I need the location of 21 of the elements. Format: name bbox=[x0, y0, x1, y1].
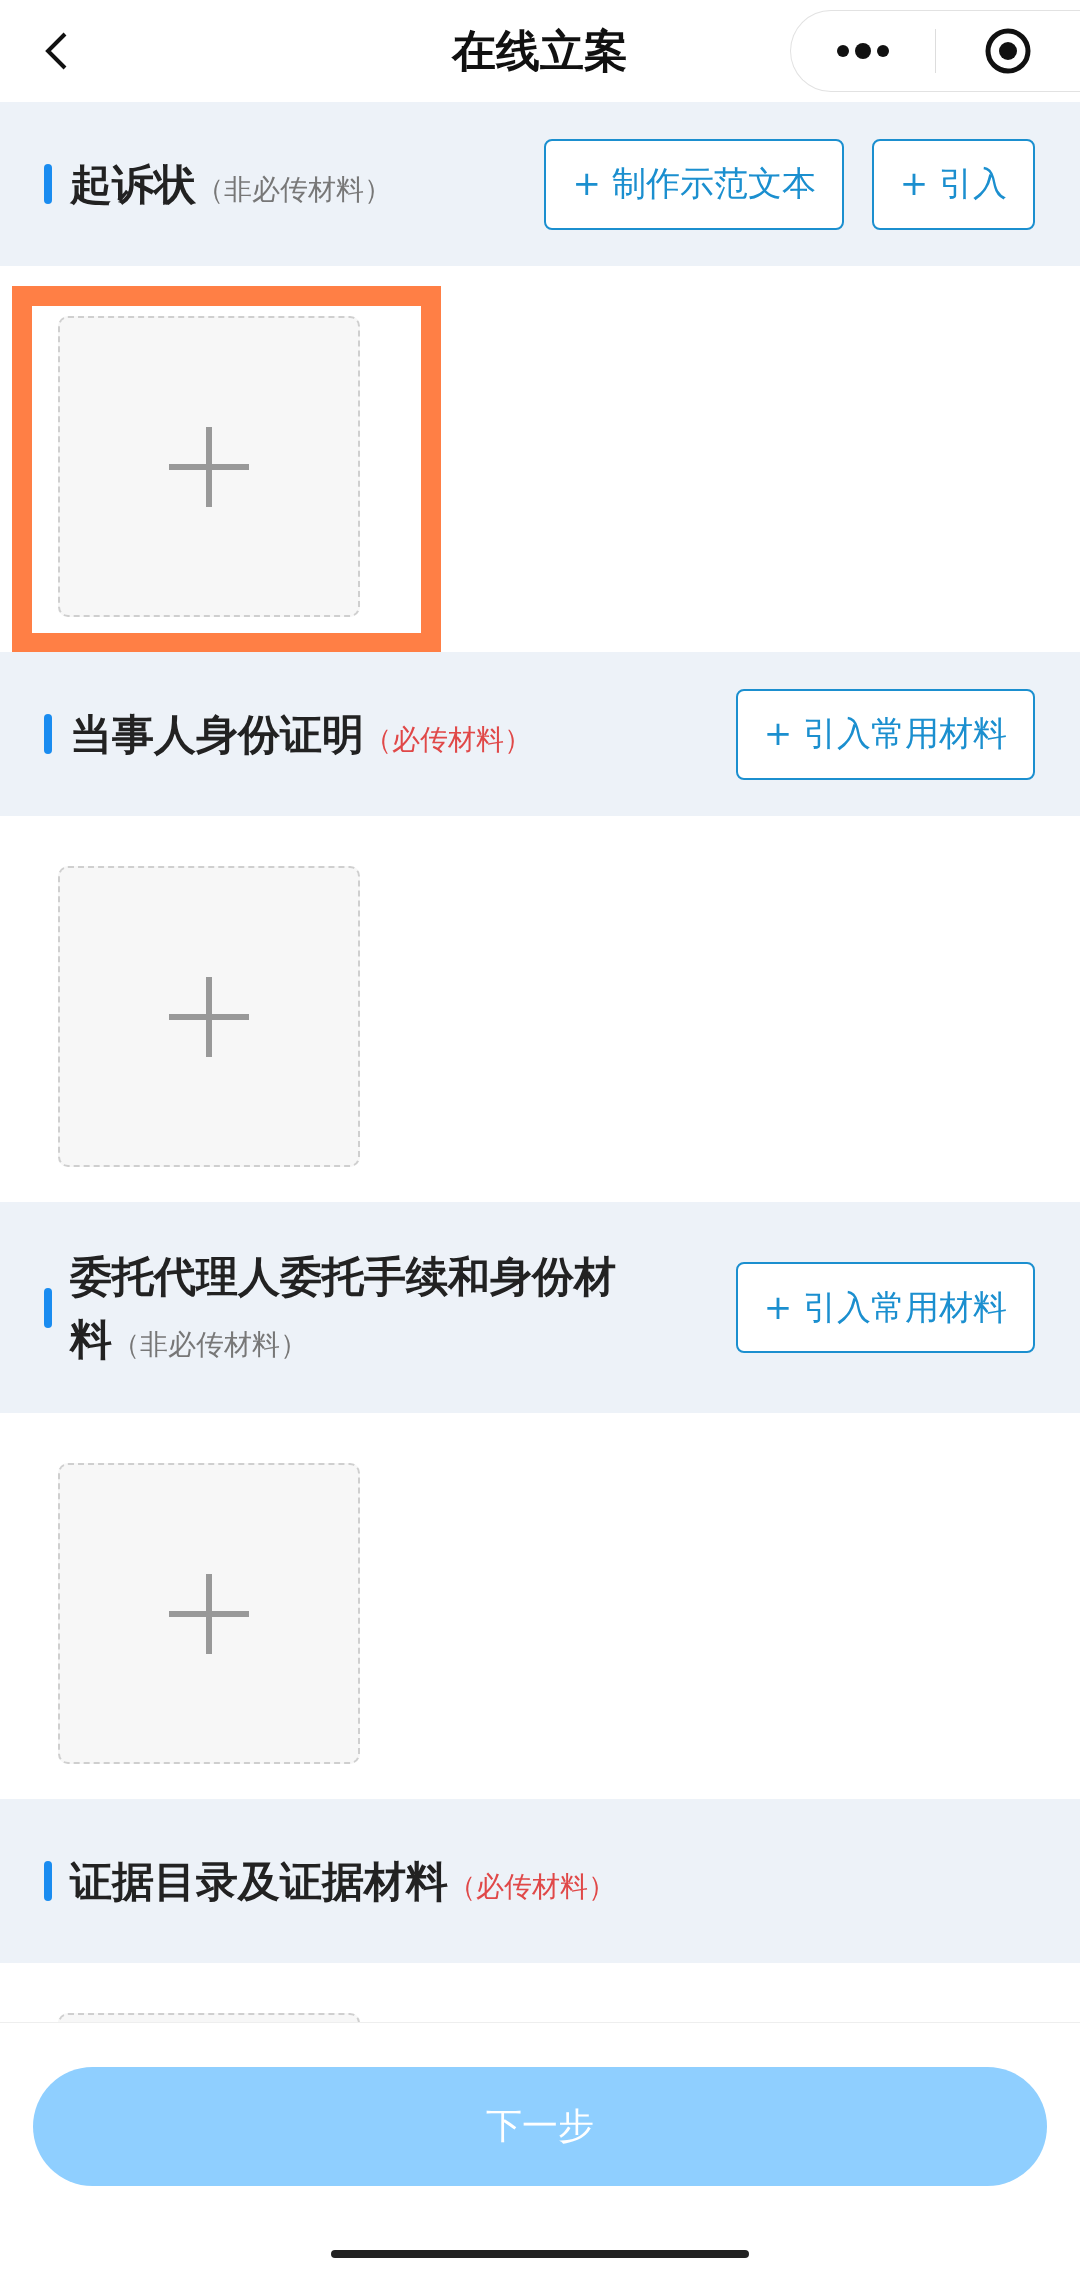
plus-icon bbox=[169, 1573, 249, 1654]
accent-bar bbox=[44, 164, 52, 204]
more-icon bbox=[835, 43, 891, 59]
page-title: 在线立案 bbox=[452, 23, 628, 78]
import-button[interactable]: + 制作示范文本 bbox=[544, 138, 844, 230]
section-title: 证据目录及证据材料（必传材料） bbox=[70, 1855, 617, 1908]
upload-tile[interactable] bbox=[58, 1463, 360, 1764]
section-title: 当事人身份证明（必传材料） bbox=[70, 708, 533, 761]
import-button[interactable]: + 引入 bbox=[871, 138, 1035, 230]
upload-tile[interactable] bbox=[58, 866, 360, 1167]
section-title: 起诉状（非必传材料） bbox=[70, 158, 393, 211]
upload-tile[interactable] bbox=[58, 316, 360, 617]
plus-icon bbox=[169, 426, 249, 507]
section-title: 委托代理人委托手续和身份材料（非必传材料） bbox=[70, 1250, 617, 1366]
target-icon bbox=[984, 27, 1032, 75]
plus-icon bbox=[169, 976, 249, 1057]
import-button[interactable]: + 引入常用材料 bbox=[735, 1262, 1035, 1353]
import-button[interactable]: + 引入常用材料 bbox=[735, 688, 1035, 780]
accent-bar bbox=[44, 714, 52, 754]
accent-bar bbox=[44, 1287, 52, 1328]
accent-bar bbox=[44, 1861, 52, 1901]
